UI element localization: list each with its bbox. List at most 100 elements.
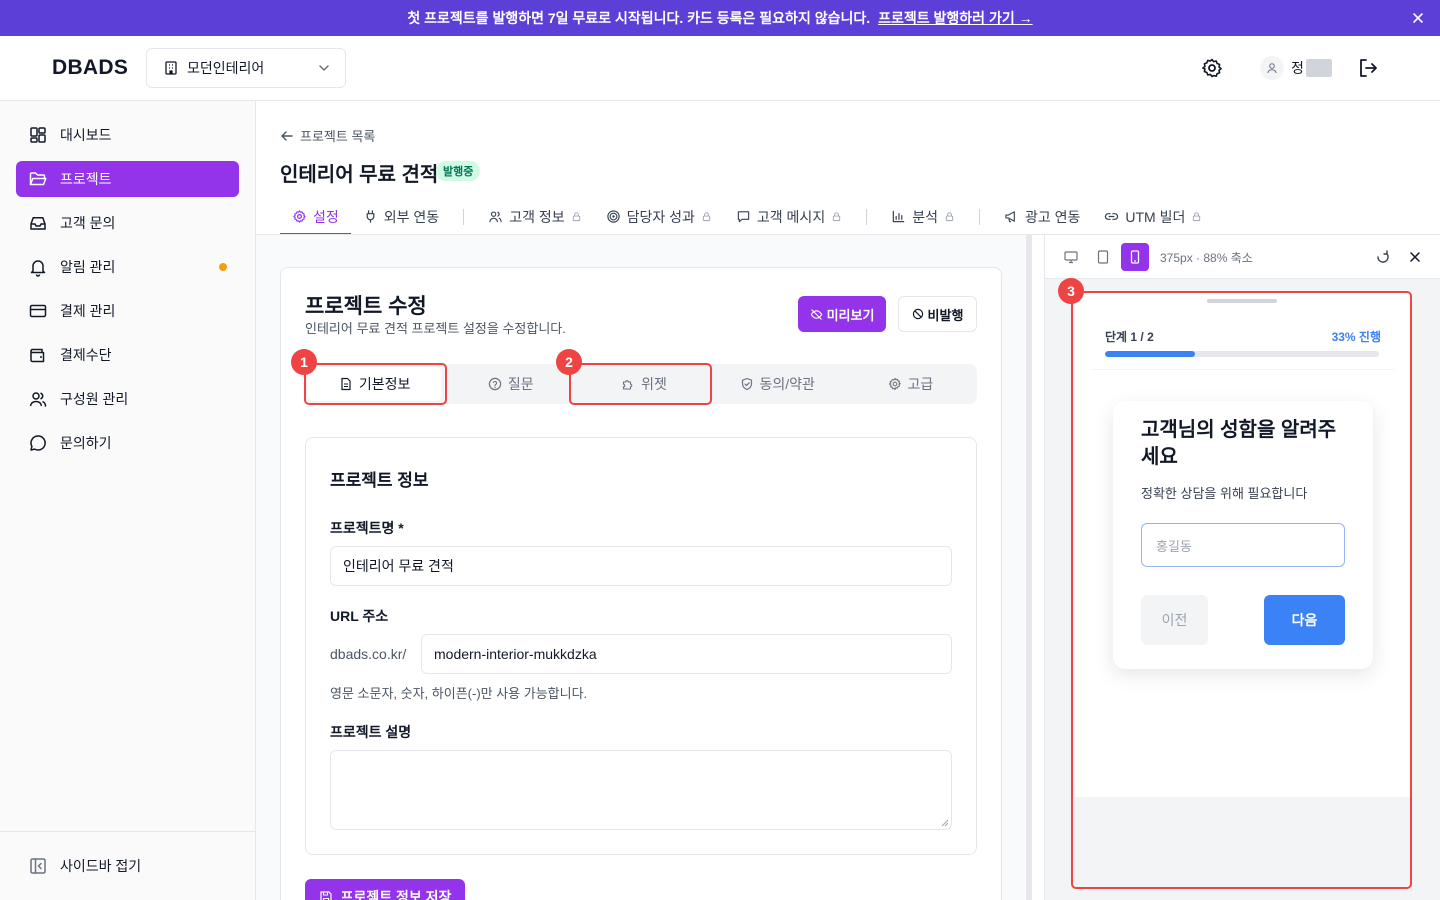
sidebar-item-billing[interactable]: 결제 관리	[16, 293, 239, 329]
building-icon	[165, 61, 177, 75]
user-icon	[1267, 63, 1277, 74]
device-mobile-button[interactable]	[1121, 243, 1149, 271]
megaphone-icon	[1005, 211, 1015, 223]
save-icon	[319, 891, 332, 900]
sidebar-collapse-button[interactable]: 사이드바 접기	[0, 831, 255, 900]
user-menu[interactable]: 정	[1260, 56, 1332, 80]
url-slug-input[interactable]: modern-interior-mukkdzka	[421, 634, 952, 674]
tab-divider	[463, 208, 465, 225]
promo-banner: 첫 프로젝트를 발행하면 7일 무료로 시작됩니다. 카드 등록은 필요하지 않…	[0, 0, 1440, 36]
monitor-icon	[1064, 251, 1078, 264]
refresh-icon[interactable]	[1375, 249, 1391, 265]
sidebar-item-projects[interactable]: 프로젝트	[16, 161, 239, 197]
gear-icon[interactable]	[1200, 56, 1224, 80]
description-label: 프로젝트 설명	[330, 724, 412, 740]
arrow-left-icon	[281, 130, 293, 141]
status-badge: 발행중	[436, 161, 481, 181]
sidebar: 대시보드 프로젝트 고객 문의 알림 관리 결제 관리 결제수단 구성원 관리	[0, 101, 256, 900]
lock-icon	[572, 212, 580, 222]
subtab-advanced[interactable]: 고급	[844, 364, 977, 404]
eye-off-icon	[810, 308, 822, 320]
subtab-questions[interactable]: 질문	[444, 364, 577, 404]
top-header: DBADS 모던인테리어 정	[0, 36, 1440, 101]
tab-label: 담당자 성과	[626, 208, 695, 225]
subtab-consent[interactable]: 동의/약관	[711, 364, 844, 404]
pane-resizer[interactable]	[1026, 235, 1032, 900]
sidebar-item-label: 결제수단	[60, 347, 112, 363]
tab-label: 고객 정보	[509, 208, 565, 225]
preview-button[interactable]: 미리보기	[798, 296, 886, 332]
lock-icon	[833, 212, 841, 222]
sidebar-item-dashboard[interactable]: 대시보드	[16, 117, 239, 153]
redacted-name	[1305, 59, 1332, 77]
dashboard-icon	[30, 127, 46, 143]
bell-icon	[30, 260, 46, 277]
sidebar-item-contact[interactable]: 문의하기	[16, 425, 239, 461]
wallet-icon	[30, 348, 45, 363]
lock-icon	[1193, 212, 1201, 222]
notification-dot	[219, 263, 227, 271]
tab-customer-info[interactable]: 고객 정보	[476, 198, 593, 235]
annotation-marker-3: 3	[1058, 278, 1084, 304]
banner-link[interactable]: 프로젝트 발행하러 가기 →	[878, 8, 1032, 28]
inbox-icon	[30, 217, 46, 230]
url-prefix: dbads.co.kr/	[330, 646, 407, 662]
sidebar-item-label: 문의하기	[60, 435, 112, 451]
chevron-down-icon	[319, 65, 329, 72]
sidebar-collapse-icon	[30, 858, 46, 874]
sidebar-item-label: 결제 관리	[60, 303, 116, 319]
sidebar-item-members[interactable]: 구성원 관리	[16, 381, 239, 417]
logo[interactable]: DBADS	[52, 56, 128, 80]
tab-label: 외부 연동	[383, 208, 440, 225]
org-select[interactable]: 모던인테리어	[146, 48, 346, 88]
description-textarea[interactable]	[330, 750, 952, 830]
device-desktop-button[interactable]	[1057, 243, 1085, 271]
tab-label: UTM 빌더	[1125, 208, 1186, 225]
gear-icon	[293, 210, 306, 223]
subtab-label: 동의/약관	[759, 376, 815, 392]
tab-staff-performance[interactable]: 담당자 성과	[594, 198, 724, 235]
close-icon[interactable]	[1410, 10, 1426, 26]
project-name-input[interactable]: 인테리어 무료 견적	[330, 546, 952, 586]
card-subtitle: 인테리어 무료 견적 프로젝트 설정을 수정합니다.	[305, 321, 566, 336]
smartphone-icon	[1130, 250, 1140, 264]
tab-analytics[interactable]: 분석	[879, 198, 967, 235]
back-link[interactable]: 프로젝트 목록	[280, 126, 375, 145]
sidebar-item-label: 프로젝트	[60, 171, 112, 187]
project-tabs: 설정 외부 연동 고객 정보 담당자 성과 고객 메시지 분석 광고 연동 UT…	[280, 198, 1214, 235]
tab-external-integration[interactable]: 외부 연동	[351, 198, 451, 235]
subtab-label: 고급	[907, 376, 934, 392]
sidebar-item-notifications[interactable]: 알림 관리	[16, 249, 239, 285]
unpublish-button[interactable]: 비발행	[898, 296, 977, 332]
help-circle-icon	[488, 377, 502, 391]
tab-label: 분석	[912, 208, 938, 225]
tab-customer-messages[interactable]: 고객 메시지	[724, 198, 854, 235]
project-name-label: 프로젝트명 *	[330, 520, 404, 536]
tab-utm-builder[interactable]: UTM 빌더	[1092, 198, 1214, 235]
target-icon	[606, 210, 620, 223]
preview-toolbar: 375px · 88% 축소	[1045, 235, 1440, 279]
save-project-button[interactable]: 프로젝트 정보 저장	[305, 879, 465, 900]
sidebar-item-payment-methods[interactable]: 결제수단	[16, 337, 239, 373]
device-tablet-button[interactable]	[1089, 243, 1117, 271]
logout-icon[interactable]	[1356, 56, 1380, 80]
tab-settings[interactable]: 설정	[280, 198, 351, 235]
preview-button-label: 미리보기	[826, 307, 875, 323]
url-help-text: 영문 소문자, 숫자, 하이픈(-)만 사용 가능합니다.	[330, 686, 588, 701]
subtab-label: 질문	[507, 376, 534, 392]
sidebar-item-inquiries[interactable]: 고객 문의	[16, 205, 239, 241]
annotation-marker-2: 2	[556, 349, 582, 375]
sidebar-item-label: 고객 문의	[60, 215, 116, 231]
tab-label: 광고 연동	[1024, 208, 1081, 225]
preview-scale-info: 375px · 88% 축소	[1160, 251, 1253, 265]
tablet-icon	[1097, 250, 1109, 264]
close-icon[interactable]	[1407, 249, 1423, 265]
highlight-widget	[569, 363, 712, 405]
resize-grip-icon[interactable]	[941, 819, 949, 827]
ban-icon	[912, 308, 923, 320]
avatar	[1260, 56, 1284, 80]
back-label: 프로젝트 목록	[300, 129, 376, 144]
tab-ad-integration[interactable]: 광고 연동	[992, 198, 1092, 235]
sidebar-item-label: 구성원 관리	[60, 391, 129, 407]
url-label: URL 주소	[330, 608, 389, 624]
